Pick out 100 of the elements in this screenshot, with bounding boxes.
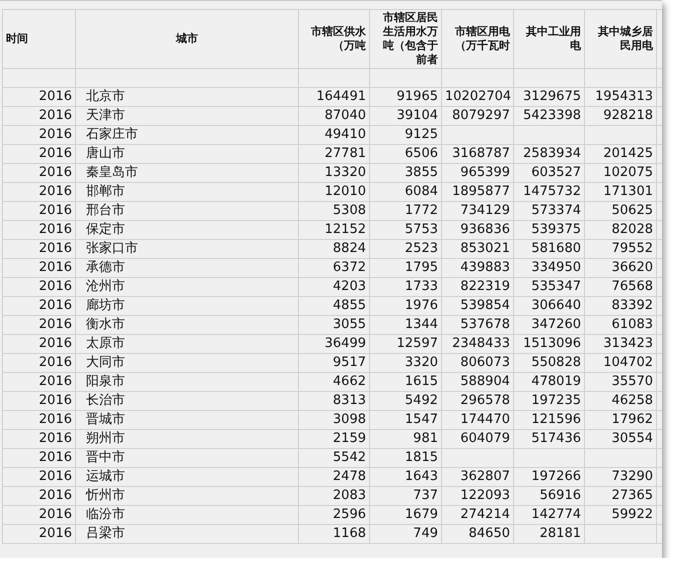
table-cell: 2523 bbox=[370, 240, 442, 258]
table-cell: 1547 bbox=[370, 410, 442, 430]
table-cell: 石家庄市 bbox=[76, 126, 298, 144]
table-cell: 334950 bbox=[514, 258, 584, 278]
table-cell: 秦皇岛市 bbox=[76, 164, 298, 182]
table-cell: 59922 bbox=[584, 506, 656, 524]
table-cell: 临汾市 bbox=[76, 506, 298, 524]
table-cell: 1615 bbox=[370, 372, 442, 392]
table-cell: 唐山市 bbox=[76, 144, 298, 164]
table-cell: 347260 bbox=[514, 316, 584, 334]
table-cell: 87040 bbox=[298, 106, 370, 126]
table-cell: 2016 bbox=[2, 220, 76, 240]
table-cell: 1895877 bbox=[442, 182, 514, 202]
table-cell: 2583934 bbox=[514, 144, 584, 164]
table-cell: 9125 bbox=[370, 126, 442, 144]
table-cell: 588904 bbox=[442, 372, 514, 392]
table-cell: 吕梁市 bbox=[76, 524, 298, 544]
table-cell: 121596 bbox=[514, 410, 584, 430]
table-cell: 4662 bbox=[298, 372, 370, 392]
table-cell: 27365 bbox=[584, 486, 656, 506]
table-cell: 运城市 bbox=[76, 468, 298, 486]
table-cell: 1344 bbox=[370, 316, 442, 334]
table-cell: 478019 bbox=[514, 372, 584, 392]
table-cell: 12152 bbox=[298, 220, 370, 240]
table-cell: 13320 bbox=[298, 164, 370, 182]
table-cell: 1643 bbox=[370, 468, 442, 486]
table-cell: 2016 bbox=[2, 296, 76, 316]
table-cell: 539375 bbox=[514, 220, 584, 240]
table-cell: 36499 bbox=[298, 334, 370, 354]
table-cell: 3855 bbox=[370, 164, 442, 182]
table-cell: 539854 bbox=[442, 296, 514, 316]
table-cell: 1679 bbox=[370, 506, 442, 524]
table-cell: 274214 bbox=[442, 506, 514, 524]
table-cell: 749 bbox=[370, 524, 442, 544]
table-cell: 4203 bbox=[298, 278, 370, 296]
table-cell: 晋城市 bbox=[76, 410, 298, 430]
table-cell: 76568 bbox=[584, 278, 656, 296]
table-cell: 2083 bbox=[298, 486, 370, 506]
table-cell: 5753 bbox=[370, 220, 442, 240]
table-cell: 2016 bbox=[2, 486, 76, 506]
table-cell: 2016 bbox=[2, 164, 76, 182]
table-cell: 27781 bbox=[298, 144, 370, 164]
table-cell: 174470 bbox=[442, 410, 514, 430]
table-cell: 太原市 bbox=[76, 334, 298, 354]
table-cell: 2016 bbox=[2, 240, 76, 258]
table-cell: 1954313 bbox=[584, 88, 656, 106]
table-cell: 1976 bbox=[370, 296, 442, 316]
table-cell: 928218 bbox=[584, 106, 656, 126]
table-cell: 36620 bbox=[584, 258, 656, 278]
table-cell: 981 bbox=[370, 430, 442, 448]
table-cell: 12597 bbox=[370, 334, 442, 354]
table-cell: 2016 bbox=[2, 202, 76, 220]
table-cell: 79552 bbox=[584, 240, 656, 258]
table-cell: 2348433 bbox=[442, 334, 514, 354]
table-cell: 91965 bbox=[370, 88, 442, 106]
table-cell: 1168 bbox=[298, 524, 370, 544]
table-cell: 1733 bbox=[370, 278, 442, 296]
table-cell: 2016 bbox=[2, 126, 76, 144]
table-cell: 2016 bbox=[2, 354, 76, 372]
table-cell: 2016 bbox=[2, 278, 76, 296]
table-cell: 201425 bbox=[584, 144, 656, 164]
table-cell: 30554 bbox=[584, 430, 656, 448]
table-cell: 46258 bbox=[584, 392, 656, 410]
table-cell: 197235 bbox=[514, 392, 584, 410]
table-cell: 550828 bbox=[514, 354, 584, 372]
table-cell: 2016 bbox=[2, 410, 76, 430]
table-cell: 2016 bbox=[2, 106, 76, 126]
table-cell: 2016 bbox=[2, 88, 76, 106]
table-cell: 3129675 bbox=[514, 88, 584, 106]
table-cell: 8079297 bbox=[442, 106, 514, 126]
column-header: 其中城乡居 民用电 bbox=[584, 10, 656, 68]
table-cell: 853021 bbox=[442, 240, 514, 258]
table-cell: 5542 bbox=[298, 448, 370, 468]
table-cell: 28181 bbox=[514, 524, 584, 544]
table-cell: 822319 bbox=[442, 278, 514, 296]
table-cell: 9517 bbox=[298, 354, 370, 372]
table-cell: 535347 bbox=[514, 278, 584, 296]
table-cell: 2016 bbox=[2, 430, 76, 448]
table-cell: 朔州市 bbox=[76, 430, 298, 448]
table-cell: 2596 bbox=[298, 506, 370, 524]
table-cell: 张家口市 bbox=[76, 240, 298, 258]
table-cell: 61083 bbox=[584, 316, 656, 334]
table-cell: 邢台市 bbox=[76, 202, 298, 220]
column-header: 市辖区居民 生活用水万 吨（包含于 前者 bbox=[370, 10, 442, 68]
table-cell: 1795 bbox=[370, 258, 442, 278]
column-header: 其中工业用 电 bbox=[514, 10, 584, 68]
table-cell: 49410 bbox=[298, 126, 370, 144]
table-cell: 439883 bbox=[442, 258, 514, 278]
table-cell: 806073 bbox=[442, 354, 514, 372]
table-cell: 2016 bbox=[2, 392, 76, 410]
table-cell: 5423398 bbox=[514, 106, 584, 126]
table-cell: 6084 bbox=[370, 182, 442, 202]
table-cell: 承德市 bbox=[76, 258, 298, 278]
table-cell: 604079 bbox=[442, 430, 514, 448]
column-header: 城市 bbox=[76, 10, 298, 68]
column-header: 时间 bbox=[2, 10, 76, 68]
table-cell: 10202704 bbox=[442, 88, 514, 106]
table-cell: 保定市 bbox=[76, 220, 298, 240]
table-cell: 忻州市 bbox=[76, 486, 298, 506]
table-cell: 296578 bbox=[442, 392, 514, 410]
